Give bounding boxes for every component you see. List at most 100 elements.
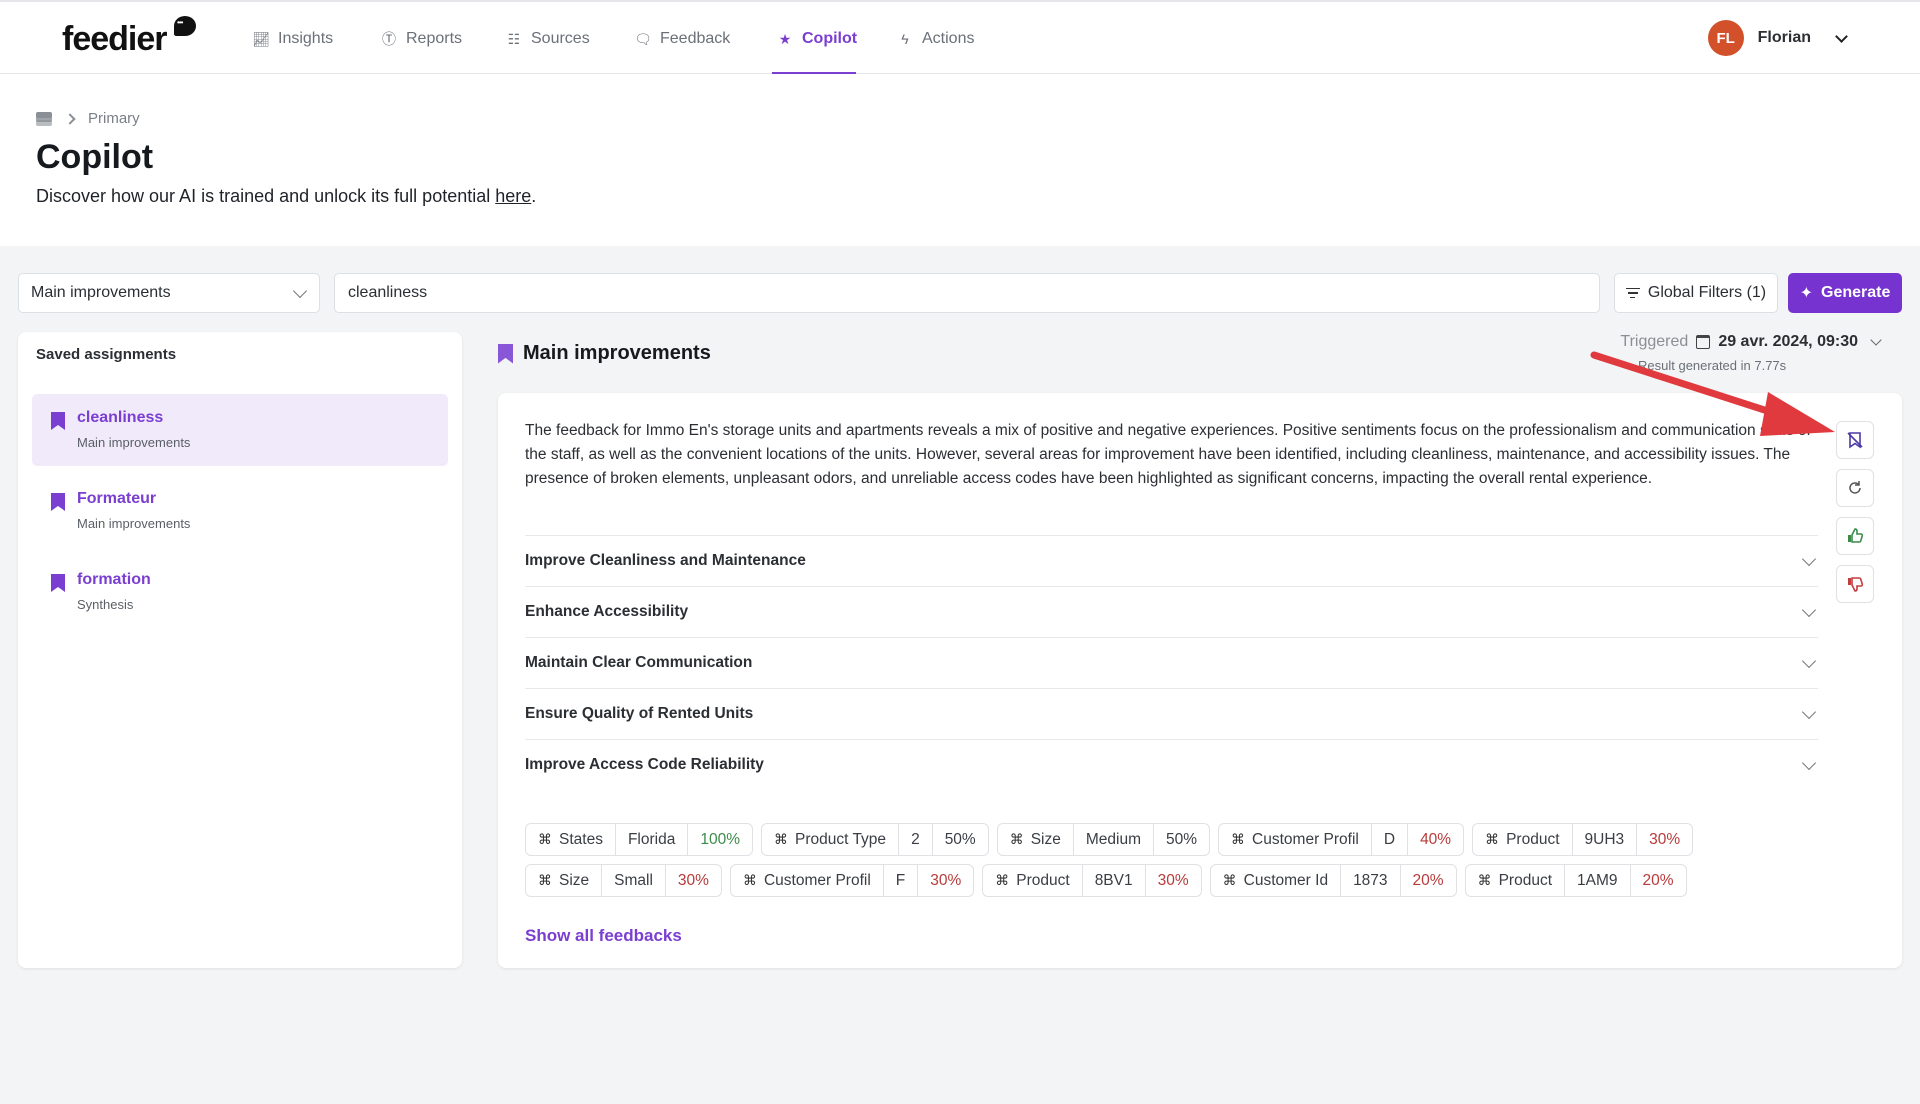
sources-icon: ☷ [507, 30, 521, 47]
logo-chat-bubble-icon [174, 16, 196, 36]
calendar-icon [1696, 335, 1711, 349]
generation-time: Result generated in 7.77s [1638, 358, 1787, 373]
page-subtitle: Discover how our AI is trained and unloc… [36, 186, 536, 207]
improvement-item[interactable]: Improve Access Code Reliability [525, 739, 1818, 790]
tag-value: 9UH3 [1571, 824, 1637, 855]
nav-sources[interactable]: ☷ Sources [505, 26, 590, 52]
query-input[interactable] [334, 273, 1600, 313]
segment-tag[interactable]: ⌘ Product 8BV1 30% [982, 864, 1202, 897]
user-name: Florian [1757, 29, 1811, 46]
segment-tag[interactable]: ⌘ Product Type 2 50% [761, 823, 989, 856]
assignment-type: Main improvements [77, 435, 191, 450]
segment-tag[interactable]: ⌘ Product 1AM9 20% [1464, 864, 1687, 897]
saved-assignment-item[interactable]: Formateur Main improvements [32, 475, 448, 547]
segment-tag[interactable]: ⌘ Size Small 30% [525, 864, 722, 897]
nav-reports[interactable]: Ⓣ Reports [380, 26, 462, 52]
result-card: The feedback for Immo En's storage units… [498, 393, 1902, 968]
regenerate-button[interactable] [1836, 469, 1874, 507]
tag-field: ⌘ Product Type [762, 824, 898, 855]
thumbs-down-button[interactable] [1836, 565, 1874, 603]
tag-field-label: Customer Profil [763, 871, 871, 889]
improvement-item[interactable]: Ensure Quality of Rented Units [525, 688, 1818, 739]
improvements-list: Improve Cleanliness and Maintenance Enha… [525, 535, 1818, 790]
segment-tags: ⌘ States Florida 100% ⌘ Product Type 2 50% ⌘ Size… [525, 823, 1855, 905]
network-icon: ⌘ [742, 872, 757, 888]
breadcrumb-primary[interactable]: Primary [88, 110, 140, 127]
tag-value: Small [601, 865, 665, 896]
tag-field: ⌘ Customer Profil [731, 865, 883, 896]
assignment-title: Formateur [77, 490, 157, 507]
feedier-logo[interactable]: feedier [62, 20, 167, 59]
network-icon: ⌘ [538, 831, 552, 847]
global-filters-button[interactable]: Global Filters (1) [1614, 273, 1778, 313]
result-summary: The feedback for Immo En's storage units… [525, 422, 1811, 487]
tag-field-label: Product Type [795, 830, 887, 848]
sparkle-icon: ★ [778, 30, 792, 47]
chevron-down-icon [1801, 602, 1817, 617]
tag-field-label: Product [1016, 871, 1070, 889]
nav-insights[interactable]: 📈︎ Insights [252, 26, 333, 52]
triggered-date-selector[interactable]: Triggered 29 avr. 2024, 09:30 [1620, 333, 1882, 351]
improvement-item[interactable]: Maintain Clear Communication [525, 637, 1818, 688]
improvement-title: Improve Cleanliness and Maintenance [525, 552, 806, 569]
sparkle-icon: ✦ [1799, 285, 1814, 302]
layers-icon[interactable] [36, 111, 52, 126]
tag-value: Medium [1072, 824, 1153, 855]
tag-value: 1AM9 [1564, 865, 1630, 896]
network-icon: ⌘ [1222, 872, 1237, 888]
bookmark-off-icon [1847, 432, 1863, 449]
tag-value: 1873 [1340, 865, 1399, 896]
tag-percentage: 30% [1636, 824, 1692, 855]
improvement-title: Improve Access Code Reliability [525, 756, 764, 773]
improvement-item[interactable]: Improve Cleanliness and Maintenance [525, 535, 1818, 586]
tag-field: ⌘ Product [1466, 865, 1564, 896]
learn-more-link[interactable]: here [495, 186, 531, 206]
segment-tag[interactable]: ⌘ Customer Profil D 40% [1218, 823, 1465, 856]
nav-feedback[interactable]: 🗨︎ Feedback [634, 26, 730, 52]
nav-copilot-label: Copilot [802, 30, 858, 47]
segment-tag[interactable]: ⌘ Product 9UH3 30% [1472, 823, 1694, 856]
nav-sources-label: Sources [531, 30, 590, 47]
assignment-type-select[interactable]: Main improvements [18, 273, 320, 313]
show-all-feedbacks-link[interactable]: Show all feedbacks [525, 926, 682, 946]
nav-insights-label: Insights [278, 30, 334, 47]
saved-assignment-item[interactable]: formation Synthesis [32, 556, 448, 628]
saved-assignments-panel: Saved assignments cleanliness Main impro… [18, 332, 462, 968]
tag-field-label: Customer Id [1243, 871, 1329, 889]
segment-tag[interactable]: ⌘ Customer Profil F 30% [729, 864, 975, 897]
tag-percentage: 40% [1407, 824, 1463, 855]
saved-assignments-title: Saved assignments [36, 346, 177, 363]
tag-field: ⌘ Customer Profil [1219, 824, 1371, 855]
triggered-label: Triggered [1620, 333, 1689, 350]
top-nav: feedier 📈︎ Insights Ⓣ Reports ☷ Sources … [0, 0, 1920, 75]
tag-value: D [1370, 824, 1407, 855]
tag-row: ⌘ States Florida 100% ⌘ Product Type 2 50% ⌘ Size… [525, 823, 1855, 856]
chevron-down-icon [1801, 551, 1817, 566]
nav-actions[interactable]: ϟ Actions [896, 26, 974, 52]
tag-percentage: 20% [1629, 865, 1686, 896]
user-menu[interactable]: FL Florian [1707, 20, 1848, 56]
tag-field-label: Product [1498, 871, 1552, 889]
result-title: Main improvements [523, 342, 711, 364]
saved-assignment-item[interactable]: cleanliness Main improvements [32, 394, 448, 466]
nav-feedback-label: Feedback [660, 30, 731, 47]
tag-field: ⌘ Customer Id [1211, 865, 1340, 896]
thumbs-up-button[interactable] [1836, 517, 1874, 555]
triggered-date: 29 avr. 2024, 09:30 [1718, 333, 1858, 350]
tag-field: ⌘ Product [1473, 824, 1571, 855]
segment-tag[interactable]: ⌘ States Florida 100% [525, 823, 753, 856]
network-icon: ⌘ [774, 831, 788, 847]
segment-tag[interactable]: ⌘ Size Medium 50% [996, 823, 1211, 856]
tag-percentage: 50% [1153, 824, 1209, 855]
unsave-button[interactable] [1836, 421, 1874, 459]
tag-percentage: 50% [931, 824, 988, 855]
app-frame: feedier 📈︎ Insights Ⓣ Reports ☷ Sources … [0, 0, 1920, 1104]
segment-tag[interactable]: ⌘ Customer Id 1873 20% [1209, 864, 1457, 897]
assignment-type: Synthesis [77, 597, 134, 612]
generate-button[interactable]: ✦ Generate [1788, 273, 1902, 313]
tag-value: 8BV1 [1081, 865, 1145, 896]
improvement-item[interactable]: Enhance Accessibility [525, 586, 1818, 637]
tag-field-label: Size [1030, 830, 1061, 848]
nav-copilot[interactable]: ★ Copilot [776, 26, 857, 52]
bookmark-icon [51, 574, 65, 592]
